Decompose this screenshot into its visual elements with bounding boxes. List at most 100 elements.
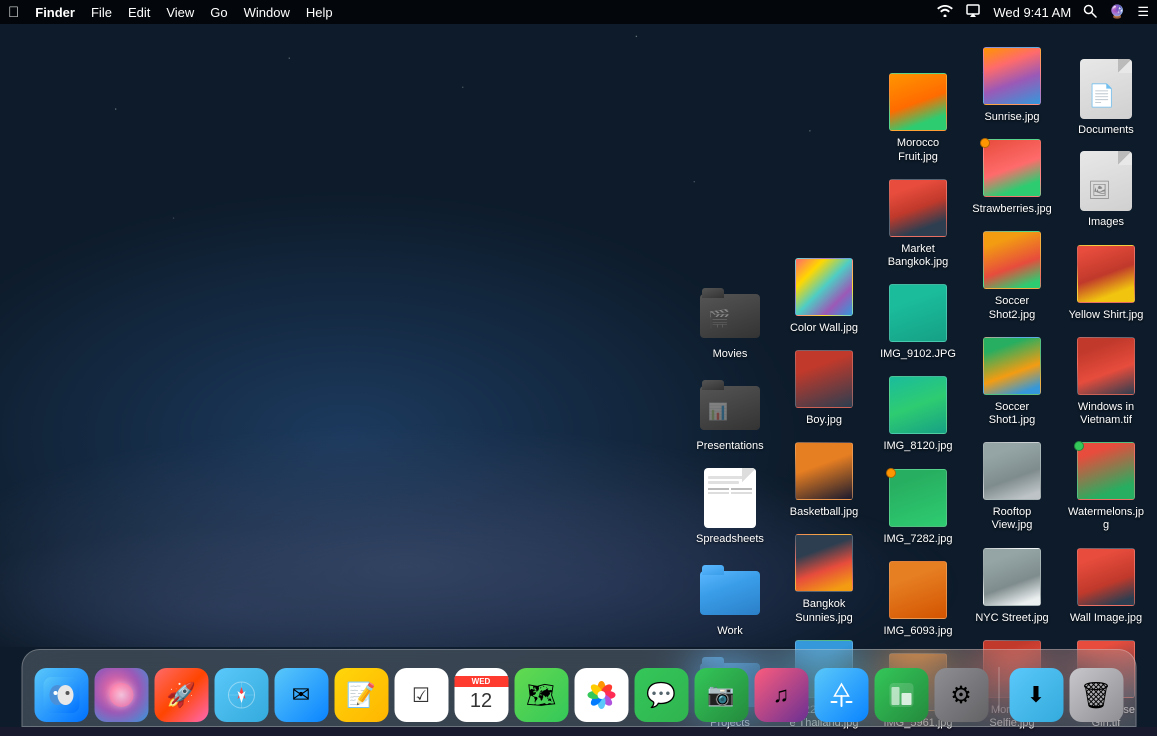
dock-itunes-icon: ♫: [754, 668, 808, 722]
icon-marketbangkok[interactable]: Market Bangkok.jpg: [873, 172, 963, 273]
dock-trash[interactable]: 🗑: [1069, 668, 1123, 722]
icon-img6093[interactable]: IMG_6093.jpg: [873, 554, 963, 642]
dock-appstore-icon: [814, 668, 868, 722]
dock: 🚀 ✉ 📝 ☑ WED 12 🗺: [21, 649, 1136, 727]
icon-work[interactable]: Work: [685, 554, 775, 642]
menubar-finder[interactable]: Finder: [35, 5, 75, 20]
menubar-go[interactable]: Go: [210, 5, 227, 20]
dock-mail-icon: ✉: [274, 668, 328, 722]
dock-mail[interactable]: ✉: [274, 668, 328, 722]
icon-presentations[interactable]: 📊 Presentations: [685, 369, 775, 457]
menubar-edit[interactable]: Edit: [128, 5, 150, 20]
icon-watermelons[interactable]: Watermelons.jpg: [1061, 435, 1151, 536]
dock-notes[interactable]: 📝: [334, 668, 388, 722]
icon-colorwall[interactable]: Color Wall.jpg: [779, 251, 869, 339]
icon-strawberries-label: Strawberries.jpg: [972, 203, 1051, 216]
icon-col-5: 📄 Documents 🖼 Images Yellow Shirt.jpg: [1059, 51, 1153, 736]
notification-center-icon[interactable]: ☰: [1137, 4, 1149, 20]
dock-calendar[interactable]: WED 12: [454, 668, 508, 722]
icon-presentations-label: Presentations: [696, 440, 763, 453]
dock-photos-icon: [574, 668, 628, 722]
airplay-icon[interactable]: [965, 4, 981, 21]
menubar-window[interactable]: Window: [244, 5, 290, 20]
dock-itunes[interactable]: ♫: [754, 668, 808, 722]
icon-morocco-label: Morocco Fruit.jpg: [878, 137, 958, 163]
dock-numbers[interactable]: [874, 668, 928, 722]
icon-boy-label: Boy.jpg: [806, 414, 842, 427]
wifi-icon[interactable]: [937, 5, 953, 20]
icon-windowsvietnam-label: Windows in Vietnam.tif: [1066, 401, 1146, 427]
icon-movies[interactable]: 🎬 Movies: [685, 277, 775, 365]
icon-img7282[interactable]: IMG_7282.jpg: [873, 462, 963, 550]
icon-rooftop-label: Rooftop View.jpg: [972, 506, 1052, 532]
icon-img6093-label: IMG_6093.jpg: [883, 625, 952, 638]
icon-col-3: Morocco Fruit.jpg Market Bangkok.jpg IMG…: [871, 64, 965, 736]
dock-preferences[interactable]: ⚙: [934, 668, 988, 722]
dock-downloads[interactable]: ⬇: [1009, 668, 1063, 722]
dock-reminders-icon: ☑: [394, 668, 448, 722]
icon-yellowshirt-label: Yellow Shirt.jpg: [1069, 309, 1144, 322]
dock-siri[interactable]: [94, 668, 148, 722]
dock-launchpad[interactable]: 🚀: [154, 668, 208, 722]
icon-images-label: Images: [1088, 216, 1124, 229]
icon-windowsvietnam[interactable]: Windows in Vietnam.tif: [1061, 330, 1151, 431]
icon-img9102[interactable]: IMG_9102.JPG: [873, 277, 963, 365]
dock-facetime[interactable]: 📷: [694, 668, 748, 722]
icon-movies-label: Movies: [713, 348, 748, 361]
icon-bangkoksun-label: Bangkok Sunnies.jpg: [784, 598, 864, 624]
icon-img7282-label: IMG_7282.jpg: [883, 533, 952, 546]
apple-menu[interactable]: : [8, 4, 19, 21]
icon-marketbangkok-label: Market Bangkok.jpg: [878, 243, 958, 269]
dock-launchpad-icon: 🚀: [154, 668, 208, 722]
siri-status-icon[interactable]: 🔮: [1109, 4, 1125, 20]
icon-images[interactable]: 🖼 Images: [1061, 145, 1151, 233]
dock-reminders[interactable]: ☑: [394, 668, 448, 722]
dock-separator: [998, 667, 999, 711]
desktop-icons: 🎬 Movies 📊 Presentations: [683, 30, 1157, 645]
dock-facetime-icon: 📷: [694, 668, 748, 722]
menubar-file[interactable]: File: [91, 5, 112, 20]
icon-boy[interactable]: Boy.jpg: [779, 343, 869, 431]
menubar-right: Wed 9:41 AM 🔮 ☰: [937, 4, 1149, 21]
dock-safari[interactable]: [214, 668, 268, 722]
icon-img8120[interactable]: IMG_8120.jpg: [873, 369, 963, 457]
icon-morocco[interactable]: Morocco Fruit.jpg: [873, 66, 963, 167]
dock-finder[interactable]: [34, 668, 88, 722]
icon-sunrise-label: Sunrise.jpg: [984, 111, 1039, 124]
icon-yellowshirt[interactable]: Yellow Shirt.jpg: [1061, 238, 1151, 326]
dock-messages[interactable]: 💬: [634, 668, 688, 722]
icon-rooftop[interactable]: Rooftop View.jpg: [967, 435, 1057, 536]
clock: Wed 9:41 AM: [993, 5, 1071, 20]
dock-photos[interactable]: [574, 668, 628, 722]
search-icon[interactable]: [1083, 4, 1097, 21]
icon-colorwall-label: Color Wall.jpg: [790, 322, 858, 335]
icon-soccershot2[interactable]: Soccer Shot2.jpg: [967, 224, 1057, 325]
dock-preferences-icon: ⚙: [934, 668, 988, 722]
icon-work-label: Work: [717, 625, 742, 638]
dock-appstore[interactable]: [814, 668, 868, 722]
icon-wallimage[interactable]: Wall Image.jpg: [1061, 541, 1151, 629]
icon-col-4: Sunrise.jpg Strawberries.jpg Soccer Shot…: [965, 38, 1059, 736]
menubar-view[interactable]: View: [166, 5, 194, 20]
dock-numbers-icon: [874, 668, 928, 722]
icon-watermelons-label: Watermelons.jpg: [1066, 506, 1146, 532]
icon-img8120-label: IMG_8120.jpg: [883, 440, 952, 453]
dock-downloads-icon: ⬇: [1009, 668, 1063, 722]
icon-bangkoksun[interactable]: Bangkok Sunnies.jpg: [779, 527, 869, 628]
icon-img9102-label: IMG_9102.JPG: [880, 348, 956, 361]
icon-soccershot1[interactable]: Soccer Shot1.jpg: [967, 330, 1057, 431]
dock-messages-icon: 💬: [634, 668, 688, 722]
menubar-help[interactable]: Help: [306, 5, 333, 20]
icon-nycstreet[interactable]: NYC Street.jpg: [967, 541, 1057, 629]
icon-basketball[interactable]: Basketball.jpg: [779, 435, 869, 523]
icon-spreadsheets[interactable]: Spreadsheets: [685, 462, 775, 550]
icon-documents[interactable]: 📄 Documents: [1061, 53, 1151, 141]
dock-maps[interactable]: 🗺: [514, 668, 568, 722]
icon-sunrise[interactable]: Sunrise.jpg: [967, 40, 1057, 128]
dock-finder-icon: [34, 668, 88, 722]
icon-strawberries[interactable]: Strawberries.jpg: [967, 132, 1057, 220]
dock-siri-icon: [94, 668, 148, 722]
icon-nycstreet-label: NYC Street.jpg: [975, 612, 1048, 625]
dock-maps-icon: 🗺: [514, 668, 568, 722]
dock-trash-icon: 🗑: [1069, 668, 1123, 722]
